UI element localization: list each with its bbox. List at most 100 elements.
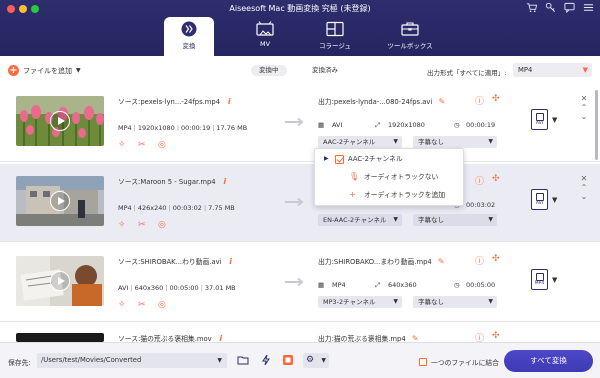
chevron-down-icon[interactable]: ▼: [76, 67, 81, 74]
film-icon: ▦: [318, 281, 325, 289]
plus-icon: +: [349, 190, 356, 199]
chevron-down-icon[interactable]: ▼: [552, 116, 557, 124]
file-row[interactable]: ソース:Maroon 5 - Sugar.mp4 i MP4 | 426x240 | 0…: [0, 164, 600, 242]
output-meta: ▦ AVI ⤢ 1920x1080 ◷ 00:00:19: [318, 121, 503, 131]
tab-mv[interactable]: MV: [240, 17, 290, 56]
palette-icon[interactable]: ◎: [158, 140, 169, 151]
add-file-button[interactable]: + ファイルを追加 ▼: [8, 65, 81, 76]
file-row[interactable]: ソース:猫の荒ぶる褒相集.mov i 出力:猫の荒ぶる褒相集.mp4 ✎ ⓘ ✣: [0, 324, 600, 344]
merge-checkbox[interactable]: [419, 358, 427, 366]
scissors-icon[interactable]: ✂: [138, 300, 149, 311]
chevron-down-icon[interactable]: ▼: [552, 276, 557, 284]
info-circle-icon[interactable]: ⓘ: [475, 94, 484, 107]
mv-icon: [256, 21, 274, 36]
arrow-right-icon: [285, 117, 304, 127]
file-row[interactable]: ソース:pexels-lyn...-24fps.mp4 i MP4 | 1920x1…: [0, 84, 600, 162]
magic-wand-icon[interactable]: ✧: [118, 300, 129, 311]
info-icon[interactable]: i: [224, 257, 232, 266]
settings-icon[interactable]: ✣: [492, 174, 500, 187]
tab-collage[interactable]: コラージュ: [310, 17, 360, 56]
output-name-text: 出力:pexels-lynda-...080-24fps.avi: [318, 98, 433, 106]
chevron-down-icon[interactable]: ▼: [552, 196, 557, 204]
move-down-icon[interactable]: ⌄: [580, 192, 588, 201]
gear-icon: ⚙: [306, 355, 315, 365]
output-name: 出力:pexels-lynda-...080-24fps.avi ✎: [318, 96, 445, 106]
source-size: 7.75 MB: [208, 204, 235, 212]
subtitle-dropdown[interactable]: 字幕なし ▼: [413, 214, 497, 226]
mic-icon: 🎙︎: [349, 172, 360, 181]
row-actions: ⓘ ✣: [475, 94, 500, 107]
info-circle-icon[interactable]: ⓘ: [475, 174, 484, 187]
segment-converted[interactable]: 変換済み: [304, 65, 346, 76]
footer-bar: 保存先: /Users/test/Movies/Converted ▼ ⚙ ▼ 一…: [0, 342, 600, 378]
format-badge[interactable]: AVI: [531, 189, 548, 210]
output-format-select[interactable]: MP4 ▼: [513, 63, 592, 77]
gpu-icon[interactable]: [281, 354, 295, 368]
folder-icon[interactable]: [236, 354, 250, 368]
scrollbar[interactable]: [595, 90, 598, 160]
segment-converting[interactable]: 変換中: [251, 65, 287, 76]
subtitle-dropdown[interactable]: 字幕なし ▼: [413, 136, 497, 148]
move-down-icon[interactable]: ⌄: [580, 112, 588, 121]
video-thumbnail[interactable]: [16, 96, 104, 146]
window-title: Aiseesoft Mac 動画変換 究極 (未登録): [229, 4, 371, 13]
save-path-select[interactable]: /Users/test/Movies/Converted ▼: [37, 353, 227, 368]
palette-icon[interactable]: ◎: [158, 300, 169, 311]
pencil-icon[interactable]: ✎: [438, 257, 445, 266]
audio-track-dropdown[interactable]: AAC-2チャンネル ▼: [318, 136, 402, 148]
audio-menu-item-selected[interactable]: ▶ AAC-2チャンネル: [315, 151, 465, 167]
key-icon[interactable]: [544, 2, 556, 14]
palette-icon[interactable]: ◎: [158, 220, 169, 231]
audio-track-dropdown[interactable]: EN-AAC-2チャンネル ▼: [318, 214, 402, 226]
settings-dropdown[interactable]: ⚙ ▼: [303, 353, 329, 368]
info-circle-icon[interactable]: ⓘ: [475, 254, 484, 267]
close-icon[interactable]: ✕: [580, 94, 588, 103]
move-up-icon[interactable]: ⌃: [580, 183, 588, 192]
output-format: MP4: [332, 281, 346, 289]
close-icon[interactable]: ✕: [580, 174, 588, 183]
file-row[interactable]: ソース:SHIROBAK...わり動画.avi i AVI | 640x360 | 00…: [0, 244, 600, 322]
row-actions: ⓘ ✣: [475, 254, 500, 267]
source-duration: 00:00:19: [181, 124, 211, 132]
tab-toolbox[interactable]: ツールボックス: [380, 17, 440, 56]
chat-icon[interactable]: [563, 2, 575, 14]
save-path-value: /Users/test/Movies/Converted: [41, 356, 142, 364]
format-badge[interactable]: MP4: [531, 269, 548, 290]
edit-tools: ✧ ✂ ◎: [118, 300, 169, 311]
info-icon[interactable]: i: [218, 177, 226, 186]
subtitle-dropdown[interactable]: 字幕なし ▼: [413, 296, 497, 308]
titlebar-icons: [525, 2, 594, 14]
scissors-icon[interactable]: ✂: [138, 220, 149, 231]
video-thumbnail[interactable]: [16, 333, 104, 342]
magic-wand-icon[interactable]: ✧: [118, 220, 129, 231]
audio-menu-add-audio-label: オーディオトラックを追加: [364, 191, 446, 199]
settings-icon[interactable]: ✣: [492, 254, 500, 267]
menu-icon[interactable]: [582, 2, 594, 14]
info-icon[interactable]: i: [222, 97, 231, 106]
move-up-icon[interactable]: ⌃: [580, 103, 588, 112]
hardware-acceleration-icon[interactable]: [259, 354, 273, 368]
edit-tools: ✧ ✂ ◎: [118, 220, 169, 231]
video-thumbnail[interactable]: [16, 176, 104, 226]
settings-icon[interactable]: ✣: [492, 94, 500, 107]
audio-menu-item-no-audio[interactable]: 🎙︎ オーディオトラックない: [315, 169, 465, 185]
format-badge[interactable]: AVI: [531, 109, 548, 130]
row-actions: ⓘ ✣: [475, 174, 500, 187]
audio-menu-item-add-audio[interactable]: + オーディオトラックを追加: [315, 187, 465, 203]
clock-icon: ◷: [454, 121, 460, 129]
source-name: ソース:SHIROBAK...わり動画.avi i: [118, 256, 232, 266]
scissors-icon[interactable]: ✂: [138, 140, 149, 151]
play-icon[interactable]: [50, 191, 70, 211]
convert-all-button[interactable]: すべて変換: [504, 350, 593, 372]
source-format: MP4: [118, 124, 132, 132]
expand-icon: ⤢: [375, 121, 381, 129]
magic-wand-icon[interactable]: ✧: [118, 140, 129, 151]
merge-option[interactable]: 一つのファイルに結合: [419, 357, 499, 367]
tab-convert[interactable]: 変換: [164, 17, 214, 56]
video-thumbnail[interactable]: [16, 256, 104, 306]
pencil-icon[interactable]: ✎: [439, 97, 446, 106]
play-icon[interactable]: [50, 111, 70, 131]
play-icon[interactable]: [50, 271, 70, 291]
cart-icon[interactable]: [525, 2, 537, 14]
audio-track-dropdown[interactable]: MP3-2チャンネル ▼: [318, 296, 402, 308]
